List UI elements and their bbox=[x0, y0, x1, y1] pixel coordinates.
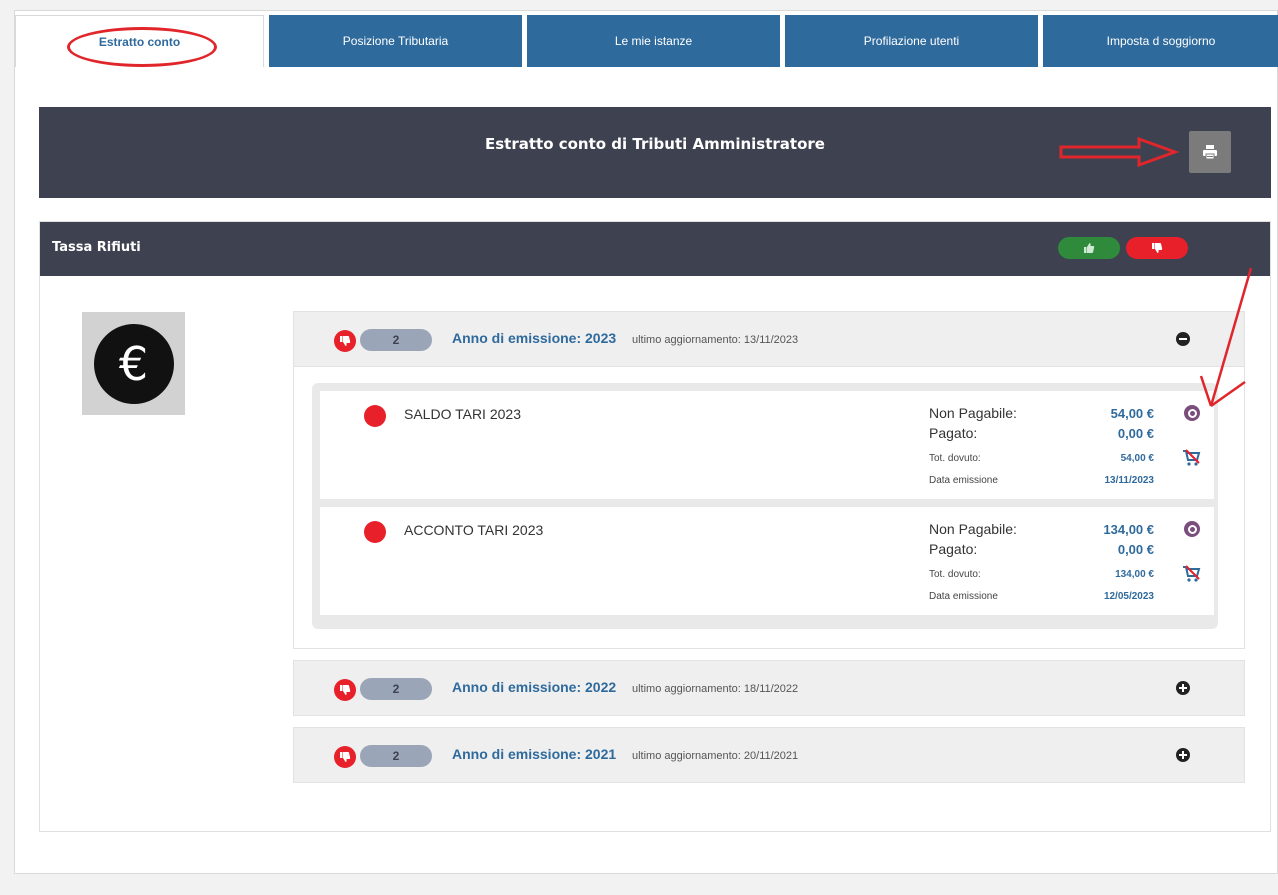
item-count-badge: 2 bbox=[360, 745, 432, 767]
value-non-pagabile: 54,00 € bbox=[1110, 406, 1154, 421]
tab-profilazione-utenti[interactable]: Profilazione utenti bbox=[785, 15, 1038, 67]
year-header[interactable]: 2 Anno di emissione: 2022 ultimo aggiorn… bbox=[293, 660, 1245, 716]
items-list: SALDO TARI 2023 Non Pagabile: 54,00 € Pa… bbox=[312, 383, 1218, 629]
label-data-emissione: Data emissione bbox=[929, 591, 998, 602]
cart-disabled-icon[interactable] bbox=[1182, 565, 1202, 583]
item-count-badge: 2 bbox=[360, 678, 432, 700]
tab-posizione-tributaria[interactable]: Posizione Tributaria bbox=[269, 15, 522, 67]
last-update: ultimo aggiornamento: 13/11/2023 bbox=[632, 334, 799, 346]
label-tot-dovuto: Tot. dovuto: bbox=[929, 453, 981, 464]
year-label: Anno di emissione: 2022 bbox=[452, 679, 617, 695]
tax-type-image: € bbox=[82, 312, 185, 415]
list-item: SALDO TARI 2023 Non Pagabile: 54,00 € Pa… bbox=[320, 391, 1214, 499]
year-group-2022: 2 Anno di emissione: 2022 ultimo aggiorn… bbox=[293, 660, 1245, 716]
tab-label: Le mie istanze bbox=[614, 34, 693, 48]
label-non-pagabile: Non Pagabile: bbox=[929, 405, 1017, 421]
filter-paid-button[interactable] bbox=[1058, 237, 1120, 259]
annotation-arrow-right-icon bbox=[1059, 137, 1179, 167]
value-pagato: 0,00 € bbox=[1117, 426, 1154, 441]
status-dot bbox=[364, 521, 386, 543]
cart-disabled-icon[interactable] bbox=[1182, 449, 1202, 467]
main-frame: Estratto conto Posizione Tributaria Le m… bbox=[14, 10, 1278, 874]
thumbs-down-icon bbox=[334, 679, 356, 701]
details-icon[interactable] bbox=[1184, 521, 1200, 537]
label-tot-dovuto: Tot. dovuto: bbox=[929, 569, 981, 580]
tab-label: Estratto conto bbox=[98, 34, 181, 49]
tab-imposta-soggiorno[interactable]: Imposta d soggiorno bbox=[1043, 15, 1278, 67]
tassa-rifiuti-section: Tassa Rifiuti € 2 Anno di emissione: 202… bbox=[39, 221, 1271, 832]
year-body: SALDO TARI 2023 Non Pagabile: 54,00 € Pa… bbox=[293, 367, 1245, 649]
tab-label: Posizione Tributaria bbox=[342, 34, 449, 48]
filter-unpaid-button[interactable] bbox=[1126, 237, 1188, 259]
value-non-pagabile: 134,00 € bbox=[1103, 522, 1154, 537]
expand-icon[interactable] bbox=[1176, 748, 1190, 762]
value-pagato: 0,00 € bbox=[1117, 542, 1154, 557]
section-title: Tassa Rifiuti bbox=[52, 240, 141, 255]
thumbs-down-icon bbox=[1152, 243, 1163, 253]
expand-icon[interactable] bbox=[1176, 681, 1190, 695]
statement-header: Estratto conto di Tributi Amministratore bbox=[39, 107, 1271, 198]
value-data-emissione: 12/05/2023 bbox=[1103, 591, 1154, 602]
print-button[interactable] bbox=[1189, 131, 1231, 173]
value-tot-dovuto: 54,00 € bbox=[1120, 453, 1154, 464]
tab-bar: Estratto conto Posizione Tributaria Le m… bbox=[15, 15, 1278, 67]
label-pagato: Pagato: bbox=[929, 425, 978, 441]
item-title: ACCONTO TARI 2023 bbox=[404, 522, 544, 538]
item-title: SALDO TARI 2023 bbox=[404, 406, 521, 422]
year-header[interactable]: 2 Anno di emissione: 2023 ultimo aggiorn… bbox=[293, 311, 1245, 367]
tab-le-mie-istanze[interactable]: Le mie istanze bbox=[527, 15, 780, 67]
thumbs-down-icon bbox=[334, 330, 356, 352]
year-group-2021: 2 Anno di emissione: 2021 ultimo aggiorn… bbox=[293, 727, 1245, 783]
list-item: ACCONTO TARI 2023 Non Pagabile: 134,00 €… bbox=[320, 507, 1214, 615]
last-update: ultimo aggiornamento: 20/11/2021 bbox=[632, 750, 799, 762]
tab-estratto-conto[interactable]: Estratto conto bbox=[15, 15, 264, 67]
thumbs-up-icon bbox=[1084, 243, 1095, 253]
euro-icon: € bbox=[93, 323, 174, 404]
annotation-arrow-down-icon bbox=[1199, 267, 1253, 408]
year-group-2023: 2 Anno di emissione: 2023 ultimo aggiorn… bbox=[293, 311, 1245, 649]
value-data-emissione: 13/11/2023 bbox=[1104, 475, 1155, 486]
tab-label: Imposta d soggiorno bbox=[1106, 34, 1216, 48]
section-header: Tassa Rifiuti bbox=[40, 222, 1270, 276]
tab-label: Profilazione utenti bbox=[863, 34, 960, 48]
label-non-pagabile: Non Pagabile: bbox=[929, 521, 1017, 537]
label-pagato: Pagato: bbox=[929, 541, 978, 557]
thumbs-down-icon bbox=[334, 746, 356, 768]
last-update: ultimo aggiornamento: 18/11/2022 bbox=[632, 683, 799, 695]
status-dot bbox=[364, 405, 386, 427]
year-header[interactable]: 2 Anno di emissione: 2021 ultimo aggiorn… bbox=[293, 727, 1245, 783]
item-count-badge: 2 bbox=[360, 329, 432, 351]
value-tot-dovuto: 134,00 € bbox=[1115, 569, 1154, 580]
label-data-emissione: Data emissione bbox=[929, 475, 998, 486]
printer-icon bbox=[1203, 145, 1217, 160]
collapse-icon[interactable] bbox=[1176, 332, 1190, 346]
year-label: Anno di emissione: 2021 bbox=[452, 746, 617, 762]
year-label: Anno di emissione: 2023 bbox=[452, 330, 617, 346]
